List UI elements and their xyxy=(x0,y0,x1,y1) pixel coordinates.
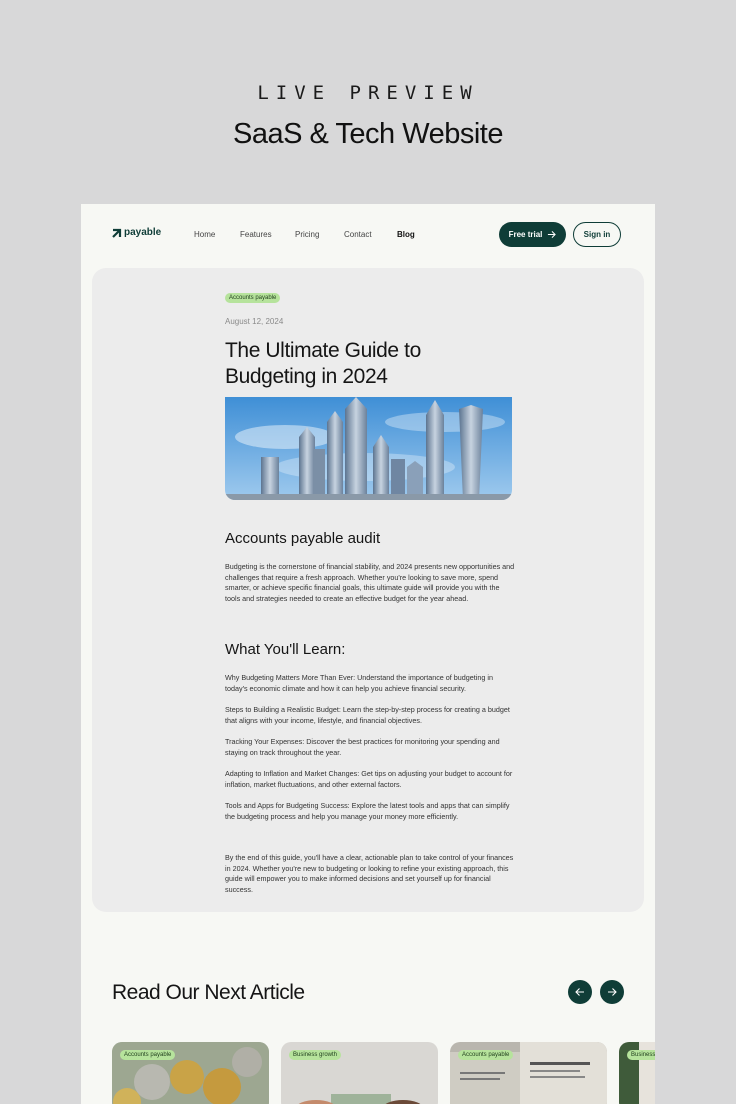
nav-contact[interactable]: Contact xyxy=(344,230,372,239)
category-badge: Business g xyxy=(627,1050,655,1060)
article-thumb-cash[interactable]: Business growth xyxy=(281,1042,438,1104)
learn-item: Tracking Your Expenses: Discover the bes… xyxy=(225,737,500,757)
next-article-button[interactable] xyxy=(600,980,624,1004)
sign-in-button[interactable]: Sign in xyxy=(573,222,621,247)
nav-pricing[interactable]: Pricing xyxy=(295,230,319,239)
article-thumb-newspaper[interactable]: Accounts payable xyxy=(450,1042,607,1104)
learn-item: Tools and Apps for Budgeting Success: Ex… xyxy=(225,801,510,821)
category-badge[interactable]: Accounts payable xyxy=(225,293,281,303)
sign-in-label: Sign in xyxy=(583,230,611,239)
arrow-left-icon xyxy=(575,988,584,996)
preview-title: SaaS & Tech Website xyxy=(233,118,503,150)
category-badge: Accounts payable xyxy=(120,1050,176,1060)
website-preview: payable Home Features Pricing Contact Bl… xyxy=(81,204,655,1104)
conclusion-paragraph: By the end of this guide, you'll have a … xyxy=(225,853,514,894)
article-date: August 12, 2024 xyxy=(225,317,284,326)
nav-features[interactable]: Features xyxy=(240,230,272,239)
prev-article-button[interactable] xyxy=(568,980,592,1004)
article-thumb-coins[interactable]: Accounts payable xyxy=(112,1042,269,1104)
category-badge: Accounts payable xyxy=(458,1050,514,1060)
logo[interactable]: payable xyxy=(112,227,161,238)
arrow-right-icon xyxy=(548,230,557,239)
logo-arrow-icon xyxy=(112,228,122,238)
nav-blog[interactable]: Blog xyxy=(397,230,415,239)
category-badge: Business growth xyxy=(289,1050,342,1060)
learn-item: Adapting to Inflation and Market Changes… xyxy=(225,769,513,789)
preview-kicker: LIVE PREVIEW xyxy=(257,82,479,104)
logo-text: payable xyxy=(124,227,162,238)
nav-home[interactable]: Home xyxy=(194,230,215,239)
section-heading-audit: Accounts payable audit xyxy=(225,530,381,547)
arrow-right-icon xyxy=(608,988,617,996)
top-nav: payable Home Features Pricing Contact Bl… xyxy=(81,204,655,266)
article-thumb-partial[interactable]: Business g xyxy=(619,1042,655,1104)
intro-paragraph: Budgeting is the cornerstone of financia… xyxy=(225,562,515,603)
free-trial-button[interactable]: Free trial xyxy=(499,222,566,247)
free-trial-label: Free trial xyxy=(508,230,543,239)
section-heading-learn: What You'll Learn: xyxy=(225,641,346,658)
article-title: The Ultimate Guide to Budgeting in 2024 xyxy=(225,339,421,388)
learn-item: Why Budgeting Matters More Than Ever: Un… xyxy=(225,673,493,693)
article-card: Accounts payable August 12, 2024 The Ult… xyxy=(92,268,644,912)
hero-image xyxy=(225,397,512,500)
learn-item: Steps to Building a Realistic Budget: Le… xyxy=(225,705,510,725)
next-article-heading: Read Our Next Article xyxy=(112,981,305,1004)
